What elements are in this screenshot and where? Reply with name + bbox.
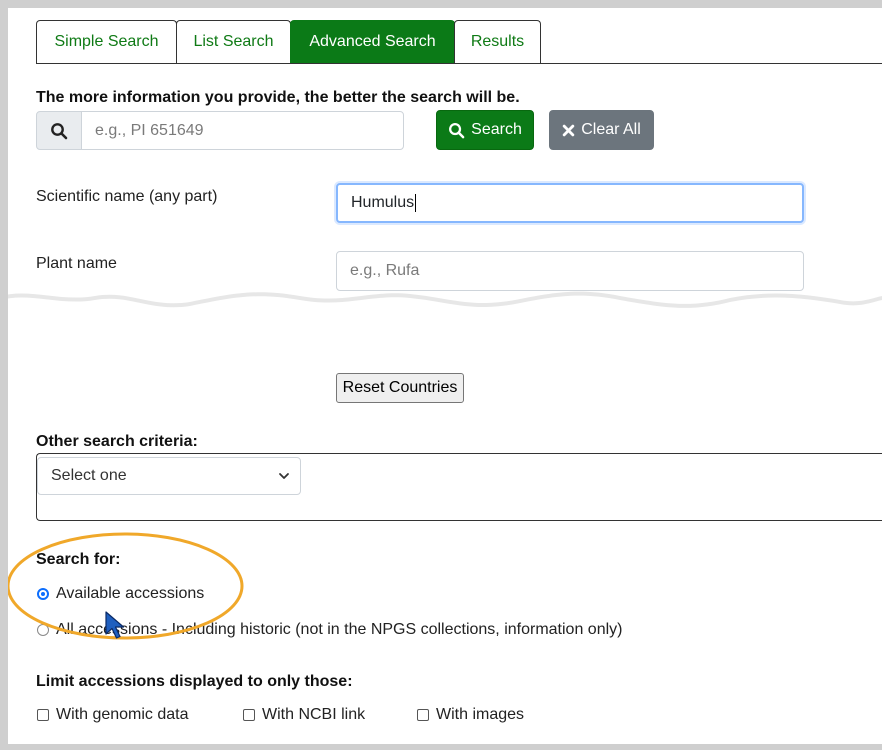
- quick-search-group: [36, 111, 404, 150]
- tab-results[interactable]: Results: [454, 20, 541, 63]
- tab-advanced-search[interactable]: Advanced Search: [290, 20, 455, 63]
- other-criteria-select[interactable]: Select one: [37, 457, 301, 495]
- checkbox-with-images[interactable]: With images: [417, 704, 524, 726]
- quick-search-input[interactable]: [81, 111, 404, 150]
- search-intro-text: The more information you provide, the be…: [36, 89, 520, 106]
- frame-border-bottom: [0, 744, 882, 750]
- checkbox-genomic-data[interactable]: With genomic data: [37, 704, 189, 726]
- checkbox-label: With NCBI link: [262, 706, 366, 723]
- checkbox-label: With genomic data: [56, 706, 189, 723]
- mouse-cursor-icon: [105, 611, 125, 639]
- text-caret: [415, 194, 417, 212]
- scientific-name-value: Humulus: [351, 194, 415, 211]
- search-icon: [36, 111, 82, 150]
- limit-accessions-label: Limit accessions displayed to only those…: [36, 673, 353, 690]
- scientific-name-input[interactable]: Humulus: [336, 183, 804, 223]
- checkbox-label: With images: [436, 706, 525, 723]
- checkbox[interactable]: [417, 709, 429, 721]
- scientific-name-label: Scientific name (any part): [36, 188, 218, 205]
- chevron-down-icon: [279, 473, 289, 479]
- other-criteria-label: Other search criteria:: [36, 433, 198, 450]
- other-criteria-selected: Select one: [51, 467, 127, 484]
- clear-all-button[interactable]: Clear All: [549, 110, 654, 150]
- tabs-divider: [36, 63, 882, 64]
- search-icon: [449, 122, 465, 138]
- tab-list-search[interactable]: List Search: [176, 20, 291, 63]
- tab-simple-search[interactable]: Simple Search: [36, 20, 177, 63]
- search-tabs: Simple Search List Search Advanced Searc…: [36, 20, 882, 64]
- reset-countries-button[interactable]: Reset Countries: [336, 373, 464, 403]
- checkbox[interactable]: [243, 709, 255, 721]
- advanced-search-panel: Simple Search List Search Advanced Searc…: [0, 0, 882, 750]
- frame-border-top: [0, 0, 882, 8]
- frame-border-left: [0, 0, 8, 750]
- search-button-label: Search: [471, 121, 522, 138]
- checkbox[interactable]: [37, 709, 49, 721]
- plant-name-label: Plant name: [36, 255, 117, 272]
- page-break-separator: [0, 291, 882, 370]
- close-icon: [562, 124, 575, 136]
- search-button[interactable]: Search: [436, 110, 534, 150]
- checkbox-ncbi-link[interactable]: With NCBI link: [243, 704, 365, 726]
- clear-all-label: Clear All: [581, 121, 641, 138]
